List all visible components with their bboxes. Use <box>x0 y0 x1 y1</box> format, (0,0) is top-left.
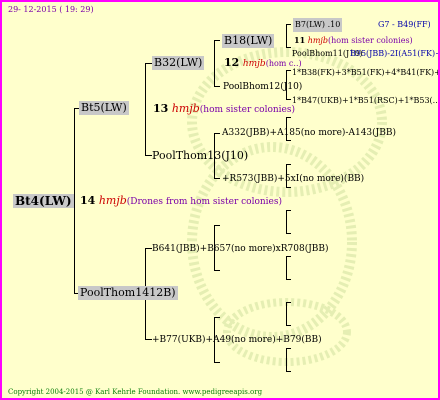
gen1-queen-upper[interactable]: Bt5(LW) <box>79 101 129 115</box>
gen4-b7[interactable]: B7(LW) .10 <box>293 18 343 32</box>
connector-line <box>286 117 291 118</box>
connector-line <box>145 248 152 249</box>
connector-line <box>214 178 220 179</box>
gen2-b77[interactable]: +B77(UKB)+A49(no more)+B79(BB) <box>152 333 322 347</box>
connector-line <box>286 210 287 234</box>
gen1-drone-line: 14 hmjb(Drones from hom sister colonies) <box>80 194 282 209</box>
connector-line <box>214 317 220 318</box>
gen1-drone-hm: hmjb <box>98 194 127 207</box>
connector-line <box>286 279 291 280</box>
gen1-drone-count: 14 <box>80 194 96 207</box>
connector-line <box>286 371 291 372</box>
gen1-queen-lower[interactable]: PoolThom1412B) <box>78 286 178 300</box>
connector-line <box>286 256 287 280</box>
connector-line <box>145 63 146 156</box>
connector-line <box>74 108 75 294</box>
connector-line <box>286 140 291 141</box>
connector-line <box>286 233 291 234</box>
connector-line <box>286 187 291 188</box>
connector-line <box>286 348 287 372</box>
connector-line <box>286 47 291 48</box>
connector-line <box>145 155 152 156</box>
connector-line <box>214 40 220 41</box>
gen2-poolthom13[interactable]: PoolThom13(J10) <box>152 149 248 163</box>
connector-line <box>286 24 287 48</box>
print-date: 29- 12-2015 ( 19: 29) <box>8 5 94 14</box>
gen4-drone-hm: hmjb <box>307 36 329 45</box>
connector-line <box>286 164 291 165</box>
connector-line <box>214 86 220 87</box>
gen4-b38[interactable]: 1*B38(FK)+3*B51(FK)+4*B41(FK)+2*... <box>292 66 438 80</box>
gen4-drone-count: 11 <box>294 35 306 45</box>
connector-line <box>145 339 152 340</box>
gen3-b18[interactable]: B18(LW) <box>222 34 275 48</box>
connector-line <box>286 325 291 326</box>
gen4-b47[interactable]: 1*B47(UKB)+1*B51(RSC)+1*B53(... <box>292 94 438 108</box>
connector-line <box>286 99 291 100</box>
gen1-drone-note: (Drones from hom sister colonies) <box>126 197 282 207</box>
gen3-r573[interactable]: +R573(JBB)+5xI(no more)(BB) <box>222 172 364 186</box>
gen3-drone-hm: hmjb <box>242 59 266 69</box>
connector-line <box>214 40 215 87</box>
gen3-poolbhom12[interactable]: PoolBhom12(J10) <box>223 80 302 94</box>
gen3-a332[interactable]: A332(JBB)+A185(no more)-A143(JBB) <box>222 126 396 140</box>
root-queen[interactable]: Bt4(LW) <box>13 194 74 208</box>
connector-line <box>286 256 291 257</box>
gen3-drone-line: 12 hmjb(hom c..) <box>224 56 302 71</box>
connector-line <box>214 133 220 134</box>
gen4-drone-line: 11 hmjb(hom sister colonies) <box>294 33 413 48</box>
gen4-b95[interactable]: B95(JBB)-2I(A51(FK)+5 <box>350 47 438 61</box>
pedigree-frame: 29- 12-2015 ( 19: 29) Bt4(LW) Bt5(LW) 14… <box>0 0 440 400</box>
gen2-drone-line: 13 hmjb(hom sister colonies) <box>153 102 295 117</box>
connector-line <box>214 362 220 363</box>
gen2-drone-hm: hmjb <box>171 102 200 115</box>
connector-line <box>286 302 291 303</box>
gen2-drone-note: (hom sister colonies) <box>199 105 296 115</box>
connector-line <box>145 63 152 64</box>
connector-line <box>286 24 291 25</box>
gen2-b641[interactable]: B641(JBB)+B657(no more)xR708(JBB) <box>152 242 329 256</box>
connector-line <box>286 348 291 349</box>
connector-line <box>286 210 291 211</box>
gen3-drone-count: 12 <box>224 56 240 69</box>
connector-line <box>214 225 220 226</box>
gen4-drone-note: (hom sister colonies) <box>328 36 413 45</box>
gen2-b32[interactable]: B32(LW) <box>152 56 205 70</box>
connector-line <box>286 302 287 326</box>
gen4-g7[interactable]: G7 - B49(FF) <box>378 18 431 32</box>
gen2-drone-count: 13 <box>153 102 169 115</box>
connector-line <box>214 270 220 271</box>
copyright-footer: Copyright 2004-2015 @ Karl Kehrle Founda… <box>8 388 263 396</box>
